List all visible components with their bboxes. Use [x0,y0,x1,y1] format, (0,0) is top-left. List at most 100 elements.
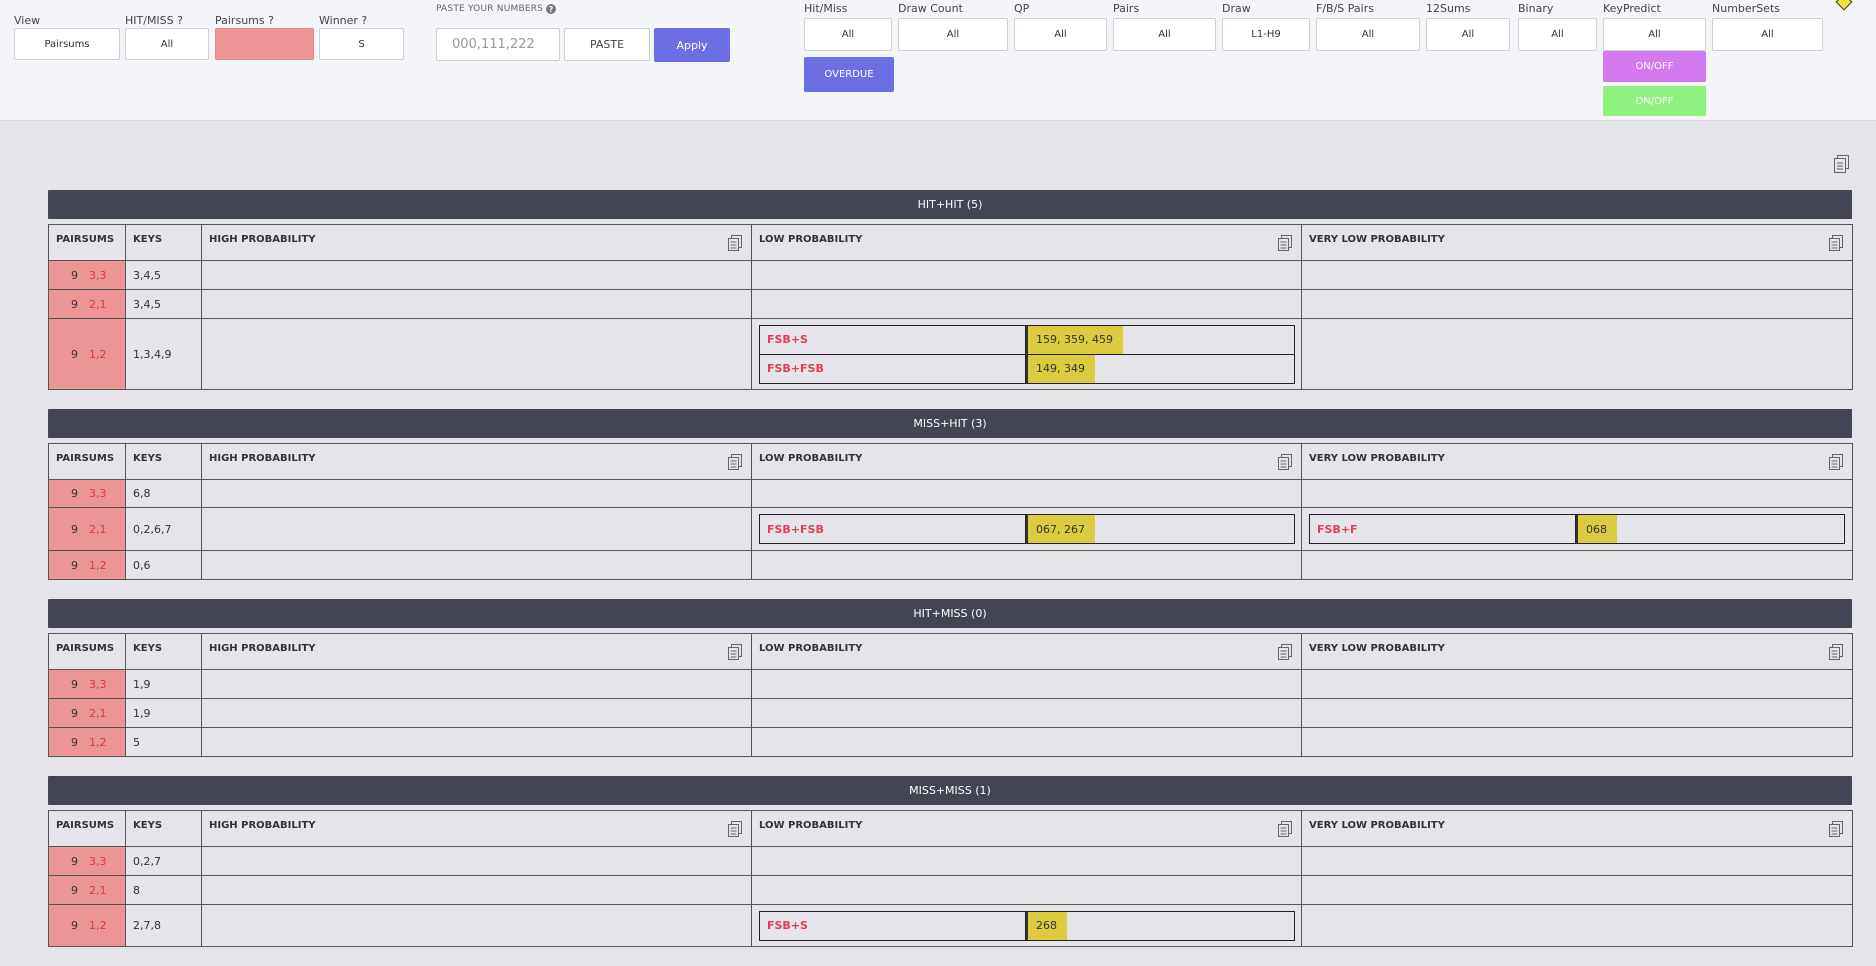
binary-select[interactable]: All [1518,18,1597,51]
low-probability-header: LOW PROBABILITY [751,633,1302,670]
pairsums-select[interactable] [215,28,314,60]
pair-value: 3,3 [89,487,107,500]
low-probability-cell: FSB+FSB 067, 267 [751,507,1302,551]
low-probability-cell: FSB+S 268 [751,904,1302,947]
low-probability-cell [751,846,1302,876]
diamond-icon[interactable] [1835,0,1853,11]
top-filter-label: Draw [1222,2,1251,15]
copy-icon[interactable] [1829,454,1843,473]
top-filter-label: Binary [1518,2,1554,15]
copy-icon[interactable] [1278,454,1292,473]
table-row: 9 3,3 1,9 [48,669,1853,699]
pairsum-cell: 9 3,3 [48,479,126,508]
prediction-value-cell: 268 [1025,910,1295,941]
pair-value: 1,2 [89,347,107,361]
view-select[interactable]: Pairsums [14,28,120,60]
fbs-pairs-select[interactable]: All [1316,18,1420,51]
draw-select[interactable]: L1-H9 [1222,18,1310,51]
top-filter-label: QP [1014,2,1030,15]
copy-icon[interactable] [1829,235,1843,254]
copy-icon[interactable] [728,821,742,840]
pair-value: 2,1 [89,883,107,897]
top-filter-label: 12Sums [1426,2,1471,15]
low-probability-cell [751,260,1302,290]
12sums-select[interactable]: All [1426,18,1510,51]
column-header-label: HIGH PROBABILITY [209,234,316,245]
copy-icon[interactable] [1829,821,1843,840]
pairs-select[interactable]: All [1113,18,1216,51]
prediction-label: FSB+S [759,910,1026,941]
column-header-label: HIGH PROBABILITY [209,643,316,654]
prediction-value[interactable]: 149, 349 [1026,354,1095,383]
paste-button[interactable]: PASTE [564,28,650,61]
top-filter-label: F/B/S Pairs [1316,2,1374,15]
pairsum-cell: 9 1,2 [48,727,126,757]
prediction-value[interactable]: 268 [1026,911,1067,940]
prediction-value[interactable]: 067, 267 [1026,515,1095,543]
pairsum-cell: 9 2,1 [48,698,126,728]
qp-select[interactable]: All [1014,18,1107,51]
pairsum-cell: 9 3,3 [48,260,126,290]
prediction-value[interactable]: 068 [1576,515,1617,543]
vlow-probability-cell [1301,846,1853,876]
pairsums-column-header: PAIRSUMS [48,443,126,480]
copy-icon[interactable] [1829,644,1843,663]
pair-value: 2,1 [89,706,107,720]
high-probability-header: HIGH PROBABILITY [201,810,752,847]
prediction-value-cell: 067, 267 [1025,514,1295,544]
hitmiss-top-select[interactable]: All [804,18,892,51]
copy-icon[interactable] [728,235,742,254]
keypredict-select[interactable]: All [1603,18,1706,51]
apply-button[interactable]: Apply [654,28,730,62]
keys-cell: 0,2,7 [125,846,202,876]
keys-column-header: KEYS [125,443,202,480]
table-row: 9 2,1 0,2,6,7 FSB+FSB 067, 267 FSB+F 068 [48,507,1853,551]
high-probability-cell [201,507,752,551]
vlow-probability-cell [1301,904,1853,947]
prediction-value[interactable]: 159, 359, 459 [1026,325,1123,354]
pair-value: 3,3 [89,268,107,282]
pair-value: 1,2 [89,919,107,932]
copy-icon[interactable] [728,454,742,473]
pairsum-cell: 9 1,2 [48,318,126,390]
table-row: 9 3,3 6,8 [48,479,1853,508]
winner-select[interactable]: S [319,28,404,60]
prediction-value-cell: 068 [1575,514,1845,544]
table-row: 9 1,2 5 [48,727,1853,757]
pairsum-value: 9 [71,297,78,311]
table-header-row: PAIRSUMS KEYS HIGH PROBABILITY LOW PROBABIL… [48,810,1853,847]
help-icon[interactable]: ? [546,4,557,14]
onoff-toggle-green[interactable]: ON/OFF [1603,86,1706,116]
pairsum-cell: 9 1,2 [48,550,126,580]
table-row: 9 2,1 1,9 [48,698,1853,728]
overdue-button[interactable]: OVERDUE [804,57,894,92]
section-table: PAIRSUMS KEYS HIGH PROBABILITY LOW PROBABIL… [48,633,1853,757]
prediction-table: FSB+S 268 [759,910,1295,941]
keys-cell: 3,4,5 [125,289,202,319]
vlow-probability-cell: FSB+F 068 [1301,507,1853,551]
high-probability-header: HIGH PROBABILITY [201,633,752,670]
vlow-probability-cell [1301,669,1853,699]
winner-label: Winner ? [319,14,368,27]
keys-cell: 1,9 [125,698,202,728]
very-low-probability-header: VERY LOW PROBABILITY [1301,633,1853,670]
high-probability-header: HIGH PROBABILITY [201,224,752,261]
pairsum-value: 9 [71,558,78,572]
copy-icon[interactable] [728,644,742,663]
hitmiss-select[interactable]: All [125,28,209,60]
table-row: 9 1,2 0,6 [48,550,1853,580]
very-low-probability-header: VERY LOW PROBABILITY [1301,443,1853,480]
copy-icon[interactable] [1834,155,1850,177]
high-probability-cell [201,698,752,728]
copy-icon[interactable] [1278,235,1292,254]
pairsums-label: Pairsums ? [215,14,274,27]
paste-numbers-input[interactable]: 000,111,222 [436,28,560,61]
copy-icon[interactable] [1278,821,1292,840]
drawcount-select[interactable]: All [898,18,1008,51]
onoff-toggle-purple[interactable]: ON/OFF [1603,51,1706,82]
pairsum-value: 9 [71,735,78,749]
numbersets-select[interactable]: All [1712,18,1823,51]
column-header-label: HIGH PROBABILITY [209,453,316,464]
pairsums-column-header: PAIRSUMS [48,224,126,261]
copy-icon[interactable] [1278,644,1292,663]
